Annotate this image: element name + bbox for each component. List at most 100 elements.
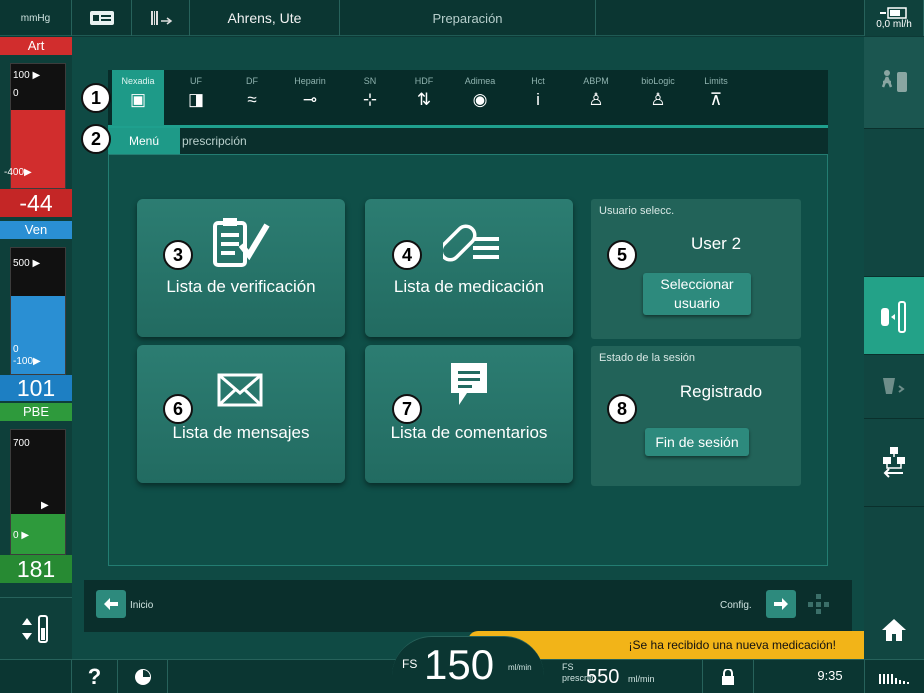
pbe-tick-top: 700: [13, 438, 30, 449]
pbe-tick-zero: 0 ▶: [13, 530, 30, 541]
tabs: Nexadia ▣ UF ◨ DF ≈ Heparin ⊸ SN ⊹ HDF ⇅ Adimea ◉ Hct i…: [108, 70, 828, 126]
pbe-pressure-bar: 700 ▶ 0 ▶: [10, 429, 66, 555]
barcode-icon[interactable]: [132, 0, 190, 36]
medication-button[interactable]: Lista de medicación: [365, 199, 573, 337]
main-area: Menú prescripción Lista de verificación …: [72, 37, 864, 659]
pbe-label: PBE: [0, 403, 72, 421]
logout-button[interactable]: Fin de sesión: [645, 428, 749, 456]
clipboard-check-icon: [213, 218, 270, 267]
prescribed-flow-display[interactable]: FS prescrito 550 ml/min: [560, 662, 702, 692]
user-box-header: Usuario selecc.: [599, 205, 675, 217]
arrow-right-icon: [774, 598, 788, 610]
rinse-button[interactable]: [864, 355, 924, 419]
patient-card-icon[interactable]: [72, 0, 132, 36]
tab-hct[interactable]: Hct i: [512, 74, 564, 122]
callout-4: 4: [392, 240, 422, 270]
callout-1: 1: [81, 83, 111, 113]
tab-sn[interactable]: SN ⊹: [344, 74, 396, 122]
lock-icon: [722, 668, 734, 685]
single-needle-icon: ⊹: [362, 90, 378, 109]
selected-user: User 2: [690, 234, 742, 253]
ven-tick-top: 500: [13, 258, 30, 269]
uf-rate-display[interactable]: 0,0 ml/h: [864, 0, 924, 36]
clock-icon: [134, 669, 151, 685]
tab-uf[interactable]: UF ◨: [170, 74, 222, 122]
uf-battery-icon: [880, 6, 907, 19]
tab-adimea[interactable]: Adimea ◉: [454, 74, 506, 122]
timer-button[interactable]: [118, 660, 168, 693]
top-bar: mmHg Ahrens, Ute Preparación 0,0 ml/h: [0, 0, 924, 36]
blood-flow-display[interactable]: FS 150 ml/min: [392, 636, 544, 693]
select-user-label-1: Seleccionar: [660, 276, 734, 292]
art-tick-top: 100: [13, 70, 30, 81]
config-label: Config.: [720, 600, 752, 611]
fs-prescribed-value: 550: [586, 666, 620, 688]
setup-flow-icon: [883, 446, 905, 478]
menu-panel: Lista de verificación Lista de medicació…: [108, 154, 828, 566]
hct-icon: i: [536, 90, 540, 109]
status-area: [596, 0, 864, 36]
tab-label: UF: [190, 76, 202, 86]
setup-button[interactable]: [864, 419, 924, 507]
tab-limits[interactable]: Limits ⊼: [690, 74, 742, 122]
ven-pressure-bar: 500 ▶ 0 -100▶: [10, 247, 66, 375]
tab-label: DF: [246, 76, 258, 86]
tab-label: Limits: [704, 76, 728, 86]
callout-3: 3: [163, 240, 193, 270]
tab-label: HDF: [414, 76, 434, 86]
level-adjust-icon: [22, 614, 48, 643]
tab-abpm[interactable]: ABPM ♙: [570, 74, 622, 122]
hdf-icon: ⇅: [416, 90, 432, 109]
ven-label: Ven: [0, 221, 72, 239]
tab-menu[interactable]: Menú: [108, 128, 180, 154]
help-button[interactable]: ?: [72, 660, 118, 693]
callout-7: 7: [392, 394, 422, 424]
signal-strength-button[interactable]: [864, 660, 924, 693]
tab-biologic[interactable]: bioLogic ♙: [632, 74, 684, 122]
tab-label: ABPM: [583, 76, 609, 86]
back-button[interactable]: [96, 590, 126, 618]
patient-connect-icon: [881, 69, 907, 92]
lock-button[interactable]: [702, 660, 754, 693]
callout-2: 2: [81, 124, 111, 154]
comment-icon: [451, 363, 487, 405]
uf-icon: ◨: [187, 90, 205, 109]
art-tick-zero: 0: [13, 88, 19, 99]
fs-value: 150: [424, 641, 495, 688]
patient-connect-button[interactable]: [864, 37, 924, 129]
tab-df[interactable]: DF ≈: [226, 74, 278, 122]
pressure-unit: mmHg: [0, 0, 72, 36]
level-adjust-button[interactable]: [0, 597, 72, 659]
tab-label: bioLogic: [641, 76, 675, 86]
art-tick-bottom: -400▶: [4, 167, 32, 178]
ven-tick-bottom: -100▶: [13, 356, 41, 367]
uf-rate-value: 0,0: [876, 18, 891, 30]
home-button[interactable]: [864, 601, 924, 659]
notification-text: ¡Se ha recibido una nueva medicación!: [628, 638, 836, 652]
pill-list-icon: [443, 224, 499, 262]
df-wave-icon: ≈: [247, 90, 257, 109]
clock-time: 9:35: [817, 668, 843, 683]
select-user-button[interactable]: Seleccionar usuario: [643, 273, 751, 315]
tab-nexadia[interactable]: Nexadia ▣: [112, 70, 164, 126]
right-empty-2: [864, 507, 924, 601]
checklist-button[interactable]: Lista de verificación: [137, 199, 345, 337]
filter-tube-icon: [881, 300, 906, 333]
tab-prescription[interactable]: prescripción: [180, 128, 257, 154]
select-user-label-2: usuario: [674, 295, 720, 311]
patient-name[interactable]: Ahrens, Ute: [190, 0, 340, 36]
ven-pressure-value: 101: [0, 375, 72, 401]
preparation-button[interactable]: [864, 277, 924, 355]
session-box-header: Estado de la sesión: [599, 352, 696, 364]
home-icon: [882, 619, 906, 641]
comments-label: Lista de comentarios: [390, 423, 548, 442]
forward-button[interactable]: [766, 590, 796, 618]
fs-label: FS: [402, 657, 418, 671]
biologic-icon: ♙: [650, 90, 666, 109]
tab-heparin[interactable]: Heparin ⊸: [284, 74, 336, 122]
tab-hdf[interactable]: HDF ⇅: [398, 74, 450, 122]
pbe-pressure-value: 181: [0, 555, 72, 583]
sub-tab-bar: Menú prescripción: [108, 128, 828, 154]
signal-bars-icon: [878, 673, 909, 684]
tab-label: Hct: [531, 76, 545, 86]
